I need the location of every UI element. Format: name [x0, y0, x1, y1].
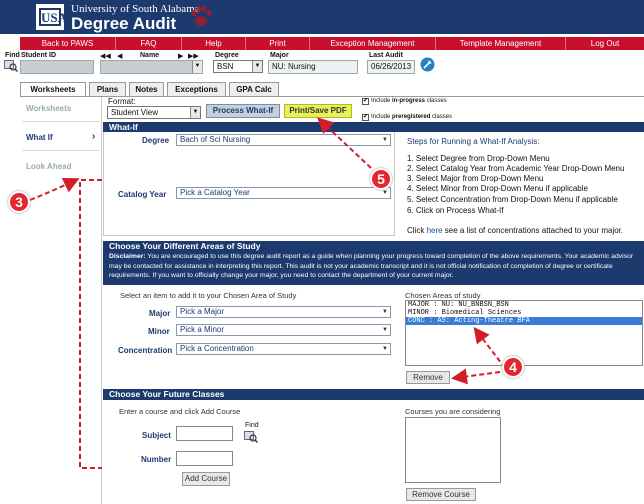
annotation-arrows — [29, 117, 506, 469]
callout-3: 3 — [8, 191, 30, 213]
callout-5: 5 — [370, 168, 392, 190]
callout-4: 4 — [502, 356, 524, 378]
